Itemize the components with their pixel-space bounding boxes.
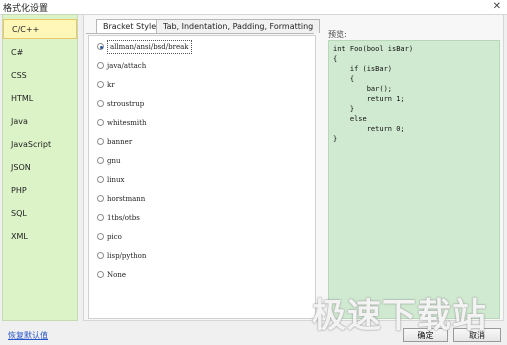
sidebar-item-javascript[interactable]: JavaScript <box>3 135 77 155</box>
tab-divider <box>86 33 314 34</box>
code-preview: int Foo(bool isBar) { if (isBar) { bar()… <box>328 40 500 319</box>
sidebar-item-php[interactable]: PHP <box>3 181 77 201</box>
radio-icon[interactable] <box>97 176 104 183</box>
site-watermark: 极速下载站 <box>312 296 487 336</box>
radio-label: banner <box>107 138 133 146</box>
radio-label: gnu <box>107 157 121 165</box>
radio-label: pico <box>107 233 122 241</box>
format-settings-panel: Bracket Style Tab, Indentation, Padding,… <box>83 14 504 321</box>
close-icon[interactable]: ✕ <box>493 0 501 14</box>
radio-icon[interactable] <box>97 214 104 221</box>
radio-icon[interactable] <box>97 157 104 164</box>
radio-label: linux <box>107 176 125 184</box>
sidebar-item-json[interactable]: JSON <box>3 158 77 178</box>
radio-icon[interactable] <box>97 100 104 107</box>
radio-label: whitesmith <box>107 119 147 127</box>
radio-icon[interactable] <box>97 271 104 278</box>
language-sidebar: C/C++ C# CSS HTML Java JavaScript JSON P… <box>2 14 78 321</box>
radio-icon[interactable] <box>97 138 104 145</box>
sidebar-item-xml[interactable]: XML <box>3 227 77 247</box>
radio-icon[interactable] <box>97 81 104 88</box>
radio-label: kr <box>107 81 115 89</box>
preview-label: 预览: <box>328 30 347 39</box>
radio-icon[interactable] <box>97 119 104 126</box>
sidebar-item-html[interactable]: HTML <box>3 89 77 109</box>
bracket-style-options: allman/ansi/bsd/break java/attach kr str… <box>88 35 316 319</box>
radio-icon[interactable] <box>97 62 104 69</box>
radio-label: stroustrup <box>107 100 145 108</box>
restore-defaults-link[interactable]: 恢复默认值 <box>8 330 48 341</box>
radio-label: java/attach <box>107 62 147 70</box>
radio-label: horstmann <box>107 195 146 203</box>
sidebar-item-sql[interactable]: SQL <box>3 204 77 224</box>
sidebar-item-csharp[interactable]: C# <box>3 43 77 63</box>
tab-bracket-style[interactable]: Bracket Style <box>96 19 164 33</box>
tab-indentation-padding-formatting[interactable]: Tab, Indentation, Padding, Formatting <box>156 19 321 33</box>
window-title: 格式化设置 <box>3 4 49 14</box>
radio-label: None <box>107 271 126 279</box>
title-bar: 格式化设置 ✕ <box>0 0 507 15</box>
radio-icon[interactable] <box>97 252 104 259</box>
radio-icon[interactable] <box>97 195 104 202</box>
radio-icon[interactable] <box>97 233 104 240</box>
sidebar-item-css[interactable]: CSS <box>3 66 77 86</box>
radio-label: 1tbs/otbs <box>107 214 140 222</box>
radio-label: lisp/python <box>107 252 147 260</box>
radio-label: allman/ansi/bsd/break <box>107 40 192 54</box>
sidebar-item-cpp[interactable]: C/C++ <box>3 19 77 39</box>
radio-selected-icon[interactable] <box>97 43 104 50</box>
sidebar-item-java[interactable]: Java <box>3 112 77 132</box>
